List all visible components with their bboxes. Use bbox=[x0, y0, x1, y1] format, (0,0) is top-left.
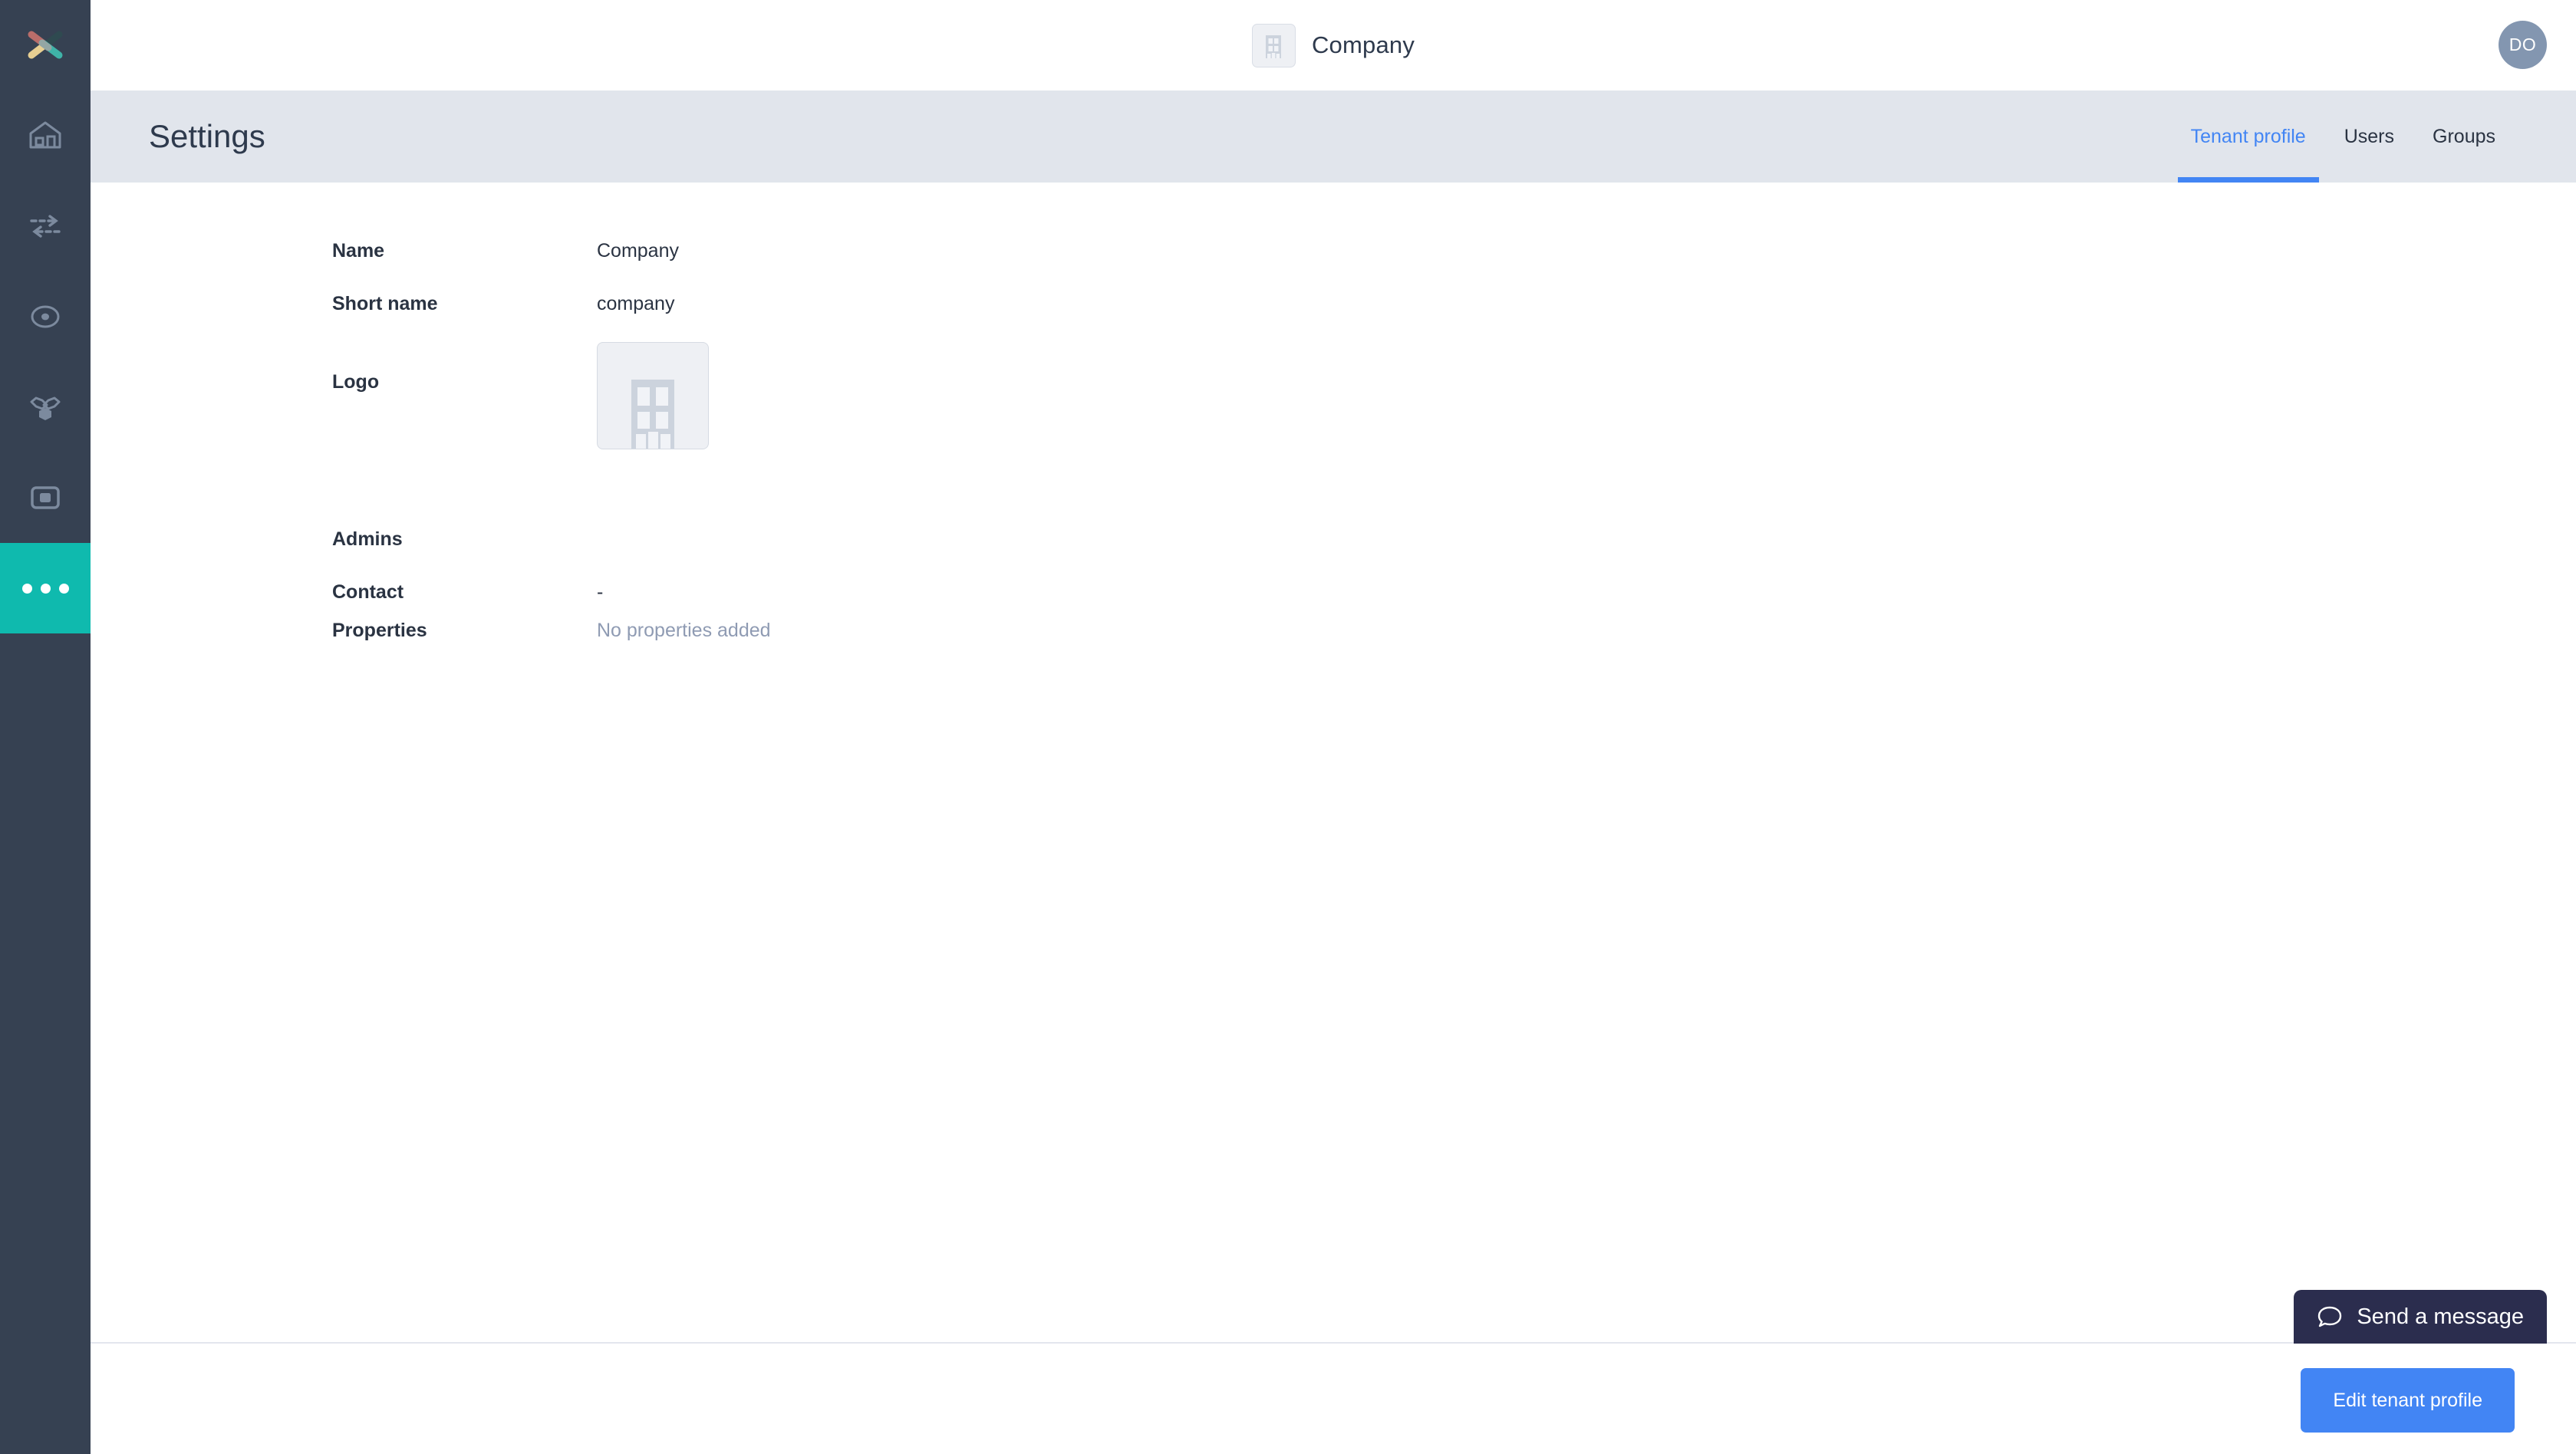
target-circle-icon bbox=[31, 305, 60, 328]
sidebar bbox=[0, 0, 91, 1454]
sidebar-item-more[interactable] bbox=[0, 543, 91, 633]
field-contact-label: Contact bbox=[332, 581, 404, 603]
tenant-logo-preview[interactable] bbox=[597, 342, 709, 449]
bidirectional-arrows-icon bbox=[30, 215, 61, 238]
hexagon-nodes-icon bbox=[30, 396, 61, 420]
sidebar-item-home[interactable] bbox=[0, 90, 91, 181]
building-icon bbox=[1266, 35, 1282, 58]
field-admins: Admins bbox=[332, 528, 597, 551]
field-short-name-value: company bbox=[597, 293, 675, 314]
field-short-name: Short name company bbox=[332, 292, 674, 315]
footer-bar: Edit tenant profile bbox=[91, 1342, 2576, 1454]
chat-widget-label: Send a message bbox=[2357, 1304, 2524, 1329]
tab-tenant-profile[interactable]: Tenant profile bbox=[2172, 90, 2325, 183]
field-contact: Contact - bbox=[332, 581, 603, 604]
field-name: Name Company bbox=[332, 239, 679, 262]
tenant-name: Company bbox=[1311, 31, 1415, 58]
settings-tabs: Tenant profile Users Groups bbox=[2172, 90, 2515, 183]
sidebar-item-network[interactable] bbox=[0, 362, 91, 452]
field-properties-label: Properties bbox=[332, 620, 427, 641]
field-properties-value: No properties added bbox=[597, 620, 771, 641]
tenant-logo bbox=[1251, 23, 1296, 67]
chat-widget[interactable]: Send a message bbox=[2294, 1290, 2547, 1344]
avatar[interactable]: DO bbox=[2499, 21, 2547, 69]
field-name-label: Name bbox=[332, 240, 385, 262]
ellipsis-icon bbox=[21, 583, 69, 594]
sidebar-item-device[interactable] bbox=[0, 452, 91, 543]
edit-tenant-profile-button[interactable]: Edit tenant profile bbox=[2301, 1368, 2515, 1433]
brand-logo[interactable] bbox=[0, 0, 91, 90]
speech-bubble-icon bbox=[2318, 1306, 2342, 1327]
building-icon bbox=[631, 380, 674, 449]
settings-bar: Settings Tenant profile Users Groups bbox=[91, 90, 2576, 183]
tab-users[interactable]: Users bbox=[2325, 90, 2413, 183]
tab-groups[interactable]: Groups bbox=[2413, 90, 2515, 183]
top-header: Company bbox=[91, 0, 2576, 90]
x-logo-icon bbox=[28, 31, 63, 59]
field-logo-label: Logo bbox=[332, 371, 380, 393]
sidebar-item-monitor[interactable] bbox=[0, 271, 91, 362]
page-title: Settings bbox=[149, 118, 265, 154]
home-icon bbox=[29, 121, 61, 149]
field-short-name-label: Short name bbox=[332, 293, 438, 314]
tenant-switcher[interactable]: Company bbox=[1251, 23, 1415, 67]
app-root: Company DO Settings Tenant profile Users… bbox=[0, 0, 2576, 1454]
field-properties: Properties No properties added bbox=[332, 619, 771, 642]
field-name-value: Company bbox=[597, 240, 679, 262]
tenant-profile-panel: Name Company Short name company Logo Adm… bbox=[91, 183, 2576, 1342]
square-in-square-icon bbox=[31, 486, 60, 509]
field-logo: Logo bbox=[332, 342, 709, 449]
sidebar-item-transfers[interactable] bbox=[0, 181, 91, 271]
field-contact-value: - bbox=[597, 581, 604, 603]
field-admins-label: Admins bbox=[332, 528, 403, 550]
